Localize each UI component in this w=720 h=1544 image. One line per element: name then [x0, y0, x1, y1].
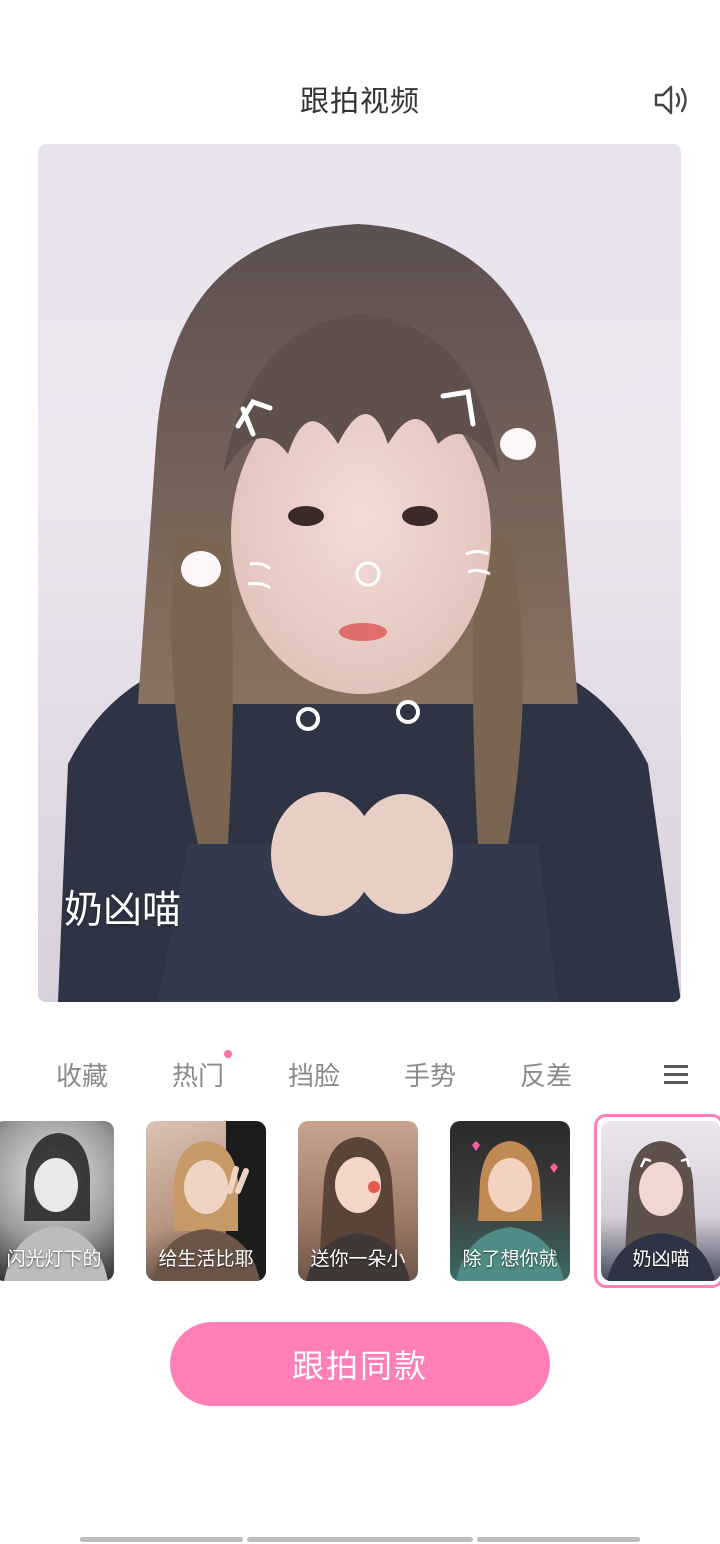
speaker-icon: [654, 85, 687, 115]
category-tabs: 收藏 热门 挡脸 手势 反差: [0, 1050, 720, 1096]
tab-gesture[interactable]: 手势: [390, 1056, 470, 1093]
tab-hot-badge-dot: [224, 1050, 232, 1058]
menu-icon: [664, 1065, 688, 1084]
tab-cover-face[interactable]: 挡脸: [274, 1056, 354, 1093]
thumbnail-label: 奶凶喵: [632, 1248, 690, 1270]
preview-caption: 奶凶喵: [64, 888, 182, 933]
thumbnail-label: 闪光灯下的: [6, 1248, 102, 1270]
template-thumbnail[interactable]: 给生活比耶: [146, 1121, 266, 1281]
tab-contrast[interactable]: 反差: [506, 1056, 586, 1093]
page-title: 跟拍视频: [299, 84, 420, 118]
template-thumbnail[interactable]: 除了想你就: [450, 1121, 570, 1281]
more-categories-button[interactable]: [656, 1060, 696, 1090]
sound-toggle-button[interactable]: [648, 78, 696, 122]
bottom-indicator-bar: [80, 1537, 243, 1542]
page: 跟拍视频 奶凶喵 收藏 热门 挡脸 手势 反差 闪光灯下的 给生活比耶 送你一朵…: [0, 0, 720, 1544]
shoot-same-style-button[interactable]: 跟拍同款: [170, 1322, 550, 1406]
thumbnail-label: 送你一朵小: [310, 1248, 406, 1270]
template-thumbnail[interactable]: 送你一朵小: [298, 1121, 418, 1281]
video-preview[interactable]: 奶凶喵: [38, 144, 681, 1002]
template-thumbnail-selected[interactable]: 奶凶喵: [601, 1121, 720, 1281]
thumbnail-label: 给生活比耶: [158, 1248, 254, 1270]
tab-hot[interactable]: 热门: [158, 1056, 238, 1093]
tab-favorites[interactable]: 收藏: [42, 1056, 122, 1093]
bottom-indicator-bar: [247, 1537, 473, 1542]
thumbnail-label: 除了想你就: [462, 1248, 558, 1270]
preview-image: [58, 224, 681, 1002]
bottom-indicator-bar: [477, 1537, 640, 1542]
template-thumbnail[interactable]: 闪光灯下的: [0, 1121, 114, 1281]
